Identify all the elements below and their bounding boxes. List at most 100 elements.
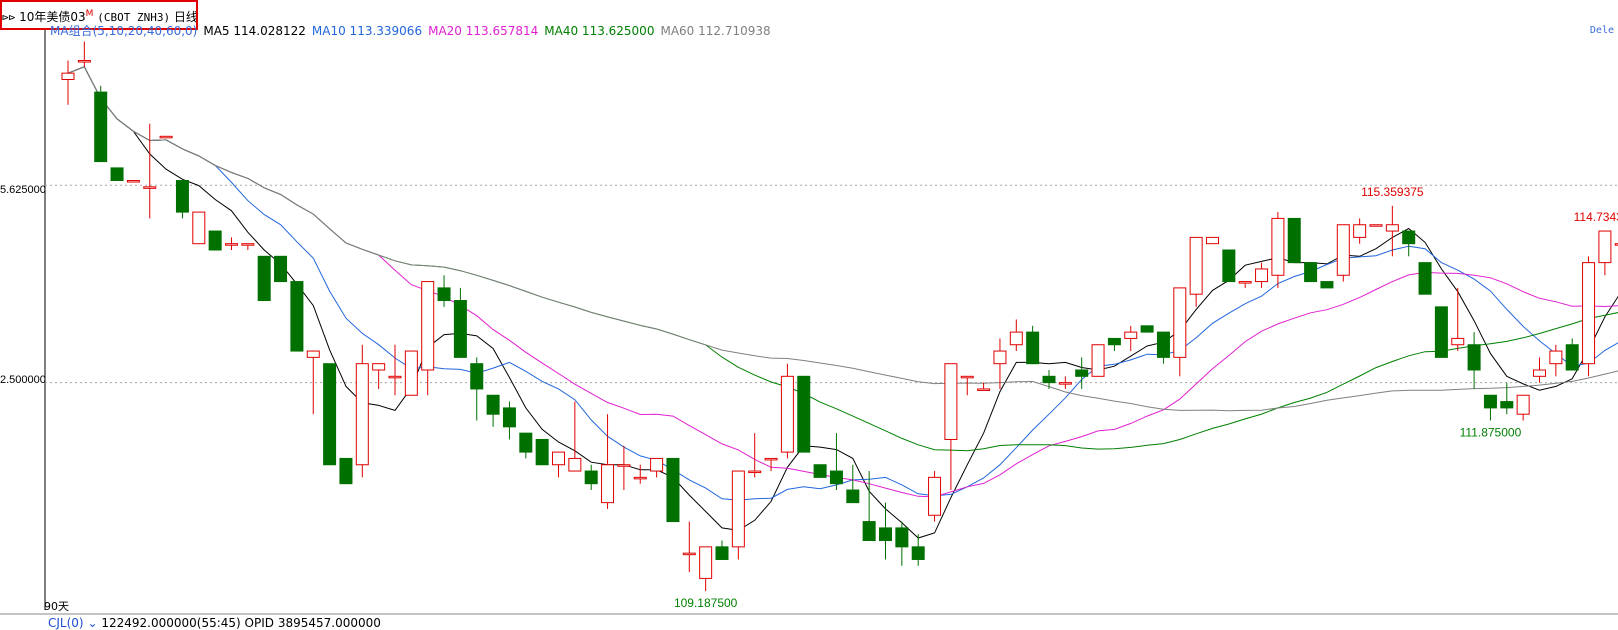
candle: [1451, 287, 1465, 352]
period-label[interactable]: 日线: [174, 10, 196, 24]
candle: [584, 464, 598, 490]
candlestick-chart[interactable]: 115.359375 114.734375 111.875000 109.187500: [0, 0, 1618, 630]
candle: [1156, 331, 1170, 364]
candle: [633, 464, 647, 484]
candle-body: [110, 167, 124, 182]
candle-body: [192, 211, 206, 245]
candle: [1026, 325, 1040, 365]
candle-body: [862, 521, 876, 542]
candle-body: [911, 546, 925, 560]
chevron-down-icon[interactable]: ⌄: [87, 616, 97, 630]
candle: [1091, 344, 1105, 377]
candle-body: [1058, 382, 1072, 385]
candle-body: [1156, 331, 1170, 358]
candle-body: [519, 432, 533, 453]
y-axis-label-2: 2.500000: [0, 374, 46, 386]
ma60-line: [67, 66, 1618, 412]
candle: [1173, 287, 1187, 377]
candle: [993, 338, 1007, 389]
price-annotation: 115.359375: [1361, 185, 1424, 199]
candle: [290, 281, 304, 352]
candle-body: [797, 375, 811, 453]
candle-body: [1189, 236, 1203, 295]
candle: [862, 471, 876, 542]
candle-body: [748, 470, 762, 474]
candle: [241, 243, 255, 250]
candle: [1124, 325, 1138, 352]
candle-body: [993, 350, 1007, 365]
candle: [175, 180, 189, 219]
candle-body: [1173, 287, 1187, 358]
candle-body: [126, 180, 140, 183]
ma-legend-item[interactable]: MA组合(5,10,20,40,60,0): [50, 24, 197, 38]
candle: [1058, 376, 1072, 389]
candle-body: [1304, 262, 1318, 283]
candle-body: [1549, 350, 1563, 365]
candle: [1369, 224, 1383, 227]
candle: [846, 464, 860, 504]
arrows-icon[interactable]: ⊳⊳: [2, 11, 15, 24]
ma-legend: MA组合(5,10,20,40,60,0) MA5 114.028122 MA10 …: [50, 23, 777, 39]
candle-body: [813, 464, 827, 478]
candle-body: [977, 388, 991, 391]
candle: [797, 375, 811, 453]
ma-legend-item: MA10 113.339066: [311, 24, 423, 38]
candle: [306, 350, 320, 415]
candle-body: [372, 363, 386, 371]
candle: [257, 255, 271, 302]
candle: [1140, 325, 1154, 333]
candle: [1549, 344, 1563, 377]
candle-body: [617, 464, 631, 467]
candle-body: [1434, 306, 1448, 358]
main-contract-badge: M: [85, 9, 94, 19]
candle: [1107, 337, 1121, 352]
candle-body: [633, 476, 647, 480]
candle: [731, 470, 745, 560]
candle-body: [94, 91, 108, 163]
candle-body: [61, 72, 75, 80]
candle: [977, 382, 991, 391]
candle-body: [339, 457, 353, 485]
ma-legend-item: MA40 113.625000: [544, 24, 655, 38]
candle: [1516, 394, 1530, 421]
candle-body: [699, 546, 713, 579]
candle-body: [1287, 217, 1301, 264]
candle-body: [77, 60, 91, 63]
candle-body: [1451, 337, 1465, 346]
candle: [486, 394, 500, 427]
cjl-selector[interactable]: CJL(0): [48, 616, 84, 630]
top-right-text[interactable]: Dele: [1590, 25, 1614, 36]
candle: [895, 521, 909, 566]
candle: [780, 363, 794, 459]
candle: [1434, 306, 1448, 358]
candle: [1042, 370, 1056, 389]
candle-body: [928, 476, 942, 516]
candle-body: [1042, 375, 1056, 384]
candle-body: [225, 243, 238, 246]
candle: [1402, 230, 1416, 257]
candle-body: [1353, 224, 1367, 238]
candle-body: [1533, 369, 1546, 377]
candle-body: [388, 375, 402, 379]
candle: [225, 237, 238, 250]
candle: [1598, 230, 1612, 276]
candle: [1222, 249, 1236, 283]
candle: [829, 433, 843, 490]
candle-body: [470, 363, 484, 390]
candle-body: [682, 552, 696, 556]
candle: [1320, 281, 1334, 289]
candle: [535, 438, 549, 466]
y-axis-label-1: 5.625000: [0, 184, 46, 196]
candle-body: [1206, 236, 1219, 245]
opid-value: OPID 3895457.000000: [244, 616, 381, 630]
candle-body: [290, 281, 304, 352]
candle-body: [1222, 249, 1236, 283]
candle: [1418, 262, 1432, 295]
candle-body: [1320, 281, 1334, 289]
candle-body: [1124, 331, 1138, 339]
candle: [437, 275, 451, 307]
candle-body: [1075, 369, 1089, 377]
candle: [77, 41, 91, 67]
candle: [94, 85, 108, 163]
candle-body: [601, 464, 615, 504]
